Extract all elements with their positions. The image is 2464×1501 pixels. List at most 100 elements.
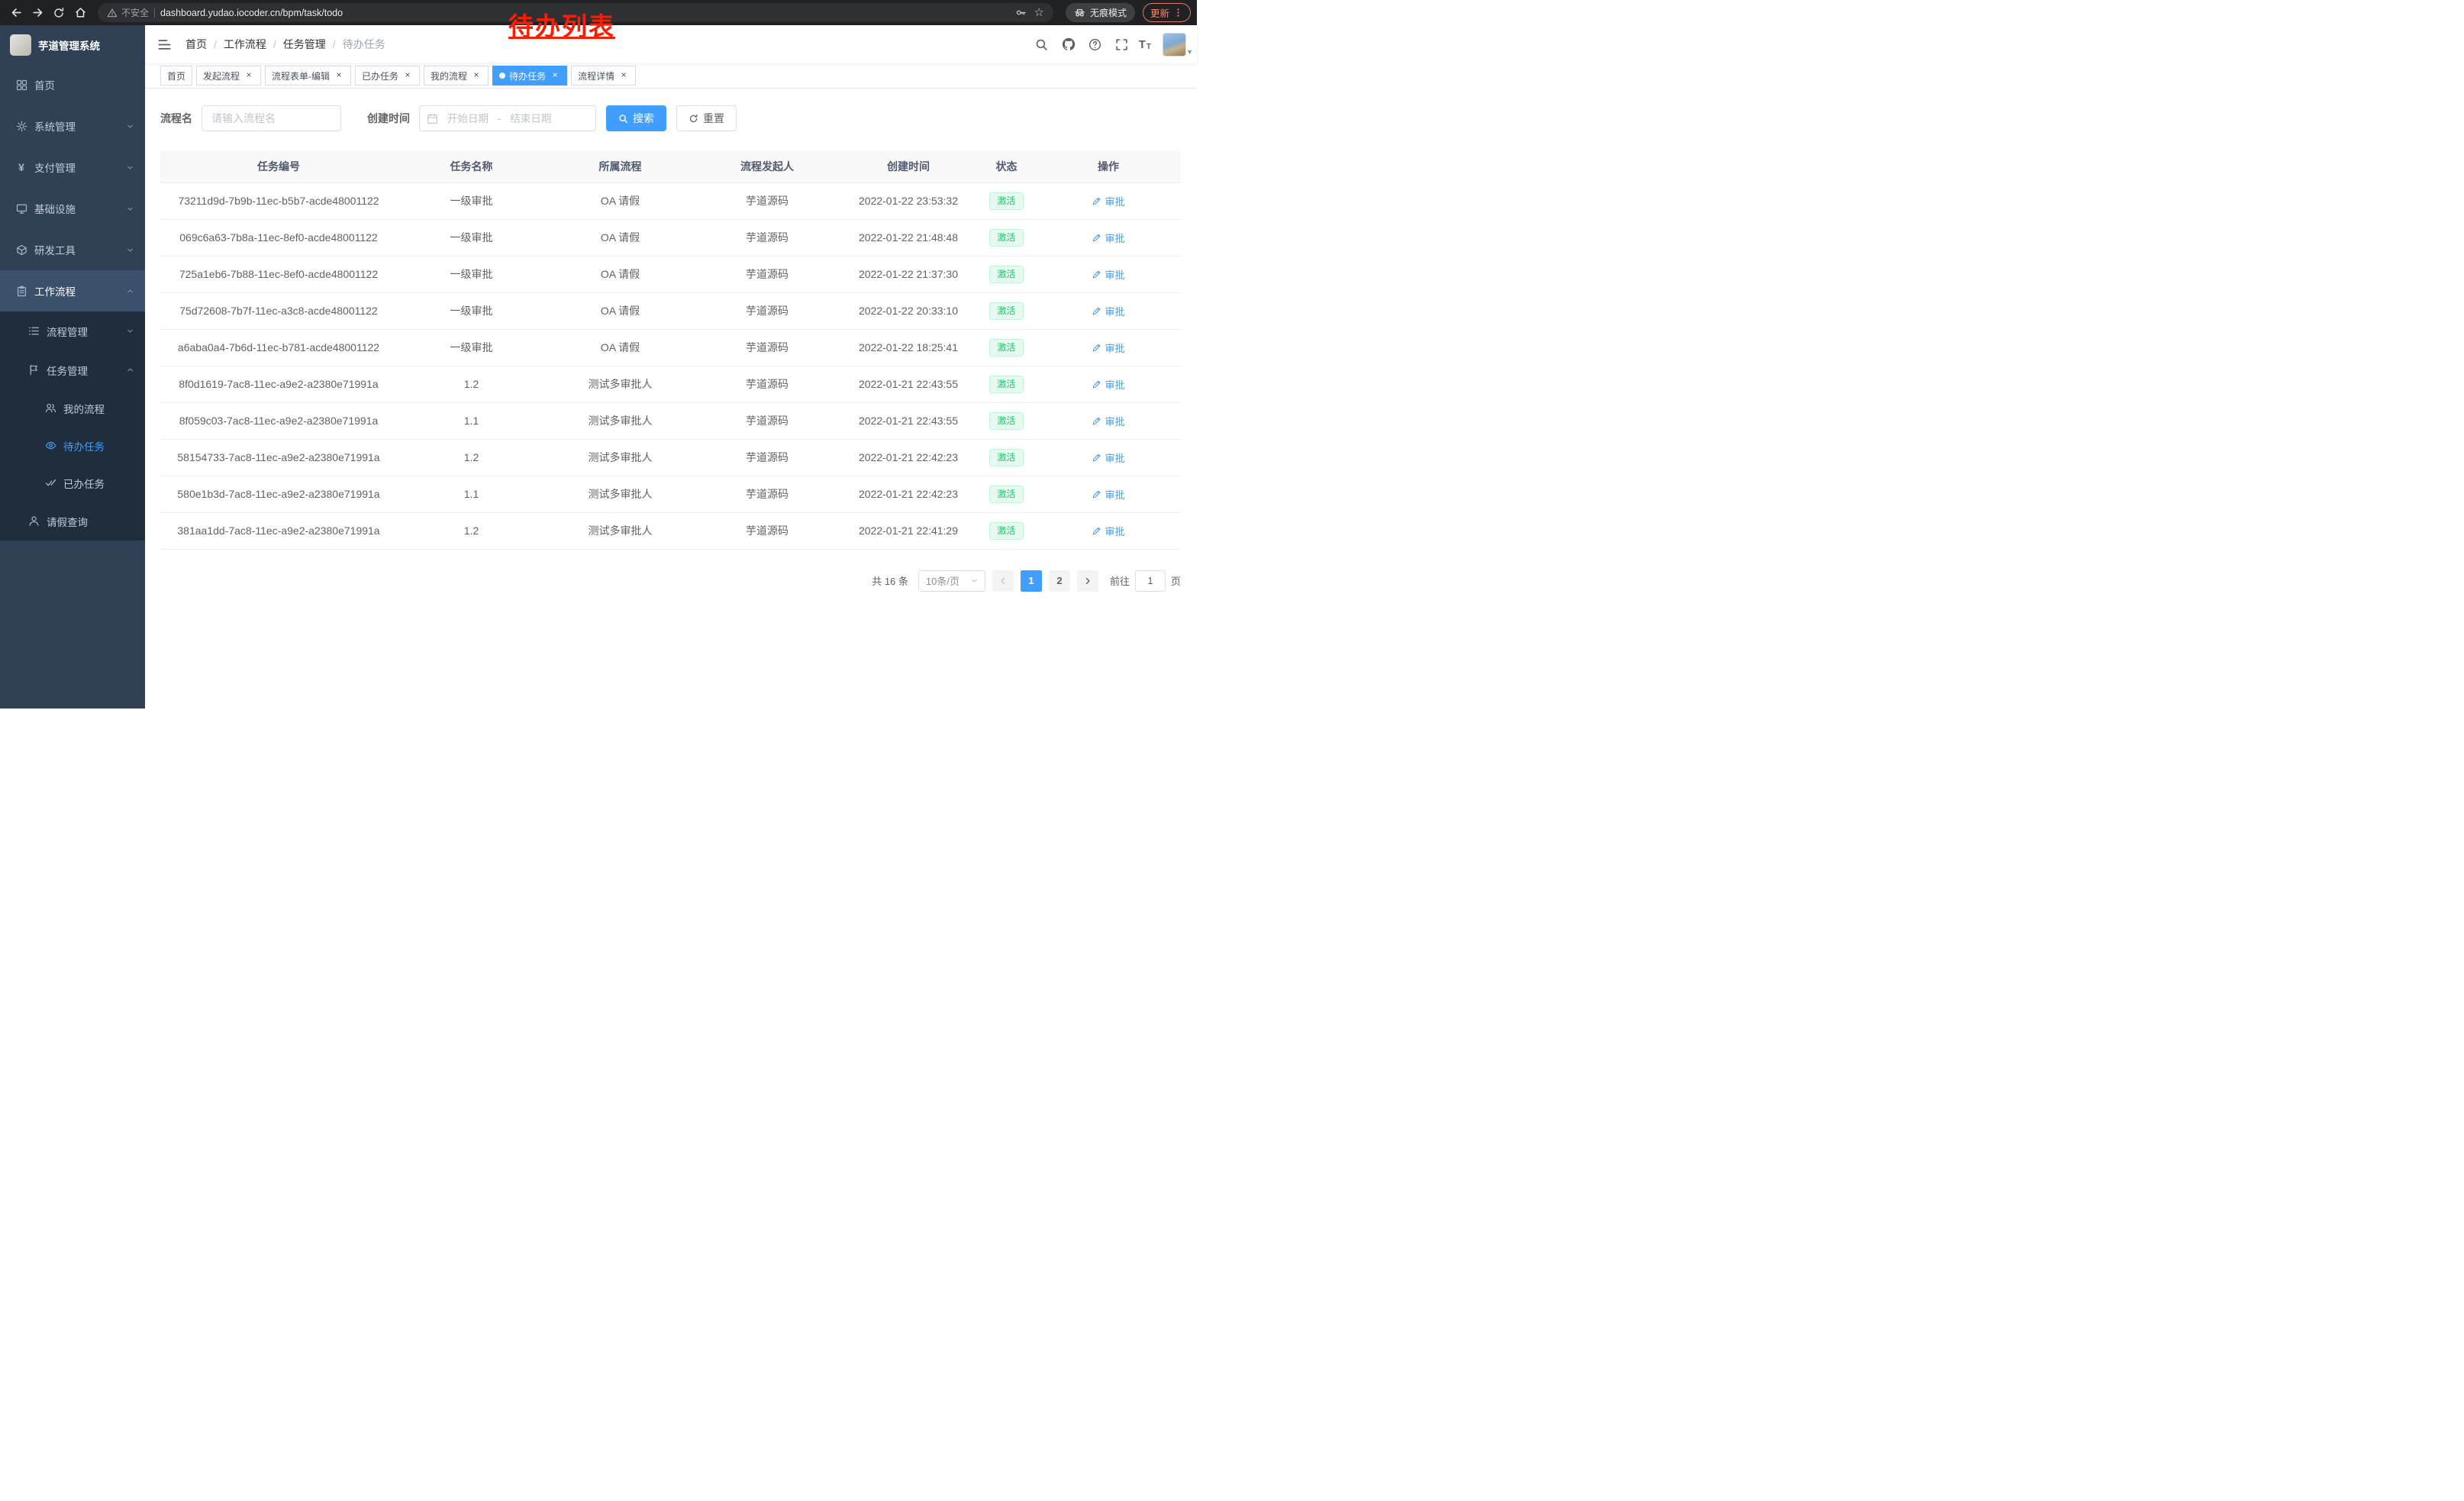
page-button-1[interactable]: 1 [1021, 570, 1042, 592]
approve-link[interactable]: 审批 [1092, 414, 1124, 428]
table-row: 58154733-7ac8-11ec-a9e2-a2380e71991a1.2测… [160, 439, 1181, 476]
breadcrumb-task-mgmt[interactable]: 任务管理 [283, 37, 326, 52]
table-row: 8f059c03-7ac8-11ec-a9e2-a2380e71991a1.1测… [160, 402, 1181, 439]
tab-4[interactable]: 我的流程× [424, 66, 489, 86]
next-page-button[interactable] [1077, 570, 1098, 592]
main-area: 首页 / 工作流程 / 任务管理 / 待办任务 [145, 25, 1197, 709]
approve-link[interactable]: 审批 [1092, 487, 1124, 502]
tab-close-icon[interactable]: × [334, 70, 344, 81]
address-bar[interactable]: 不安全 dashboard.yudao.iocoder.cn/bpm/task/… [98, 3, 1053, 22]
sidebar-item-workflow[interactable]: 工作流程 [0, 270, 145, 311]
approve-link[interactable]: 审批 [1092, 524, 1124, 538]
sidebar-item-done-tasks[interactable]: 已办任务 [0, 464, 145, 502]
tab-5[interactable]: 待办任务× [492, 66, 567, 86]
date-range-picker[interactable]: - [419, 105, 596, 131]
start-date-input[interactable] [442, 113, 494, 124]
tab-close-icon[interactable]: × [618, 70, 629, 81]
cell-task-id: 73211d9d-7b9b-11ec-b5b7-acde48001122 [160, 182, 397, 219]
sidebar-item-payment[interactable]: ¥ 支付管理 [0, 147, 145, 188]
browser-reload-icon[interactable] [49, 3, 69, 23]
tab-2[interactable]: 流程表单-编辑× [265, 66, 351, 86]
cell-task-name: 1.1 [397, 476, 546, 512]
status-badge: 激活 [989, 449, 1023, 466]
browser-update-button[interactable]: 更新 [1143, 3, 1191, 22]
approve-link[interactable]: 审批 [1092, 377, 1124, 392]
cell-action: 审批 [1036, 402, 1181, 439]
cell-task-name: 1.1 [397, 402, 546, 439]
browser-home-icon[interactable] [70, 3, 90, 23]
breadcrumb-workflow[interactable]: 工作流程 [224, 37, 266, 52]
calendar-icon [427, 113, 438, 124]
approve-link[interactable]: 审批 [1092, 194, 1124, 208]
user-avatar[interactable]: ▼ [1163, 33, 1186, 56]
tab-6[interactable]: 流程详情× [571, 66, 636, 86]
edit-icon [1092, 526, 1101, 536]
cell-action: 审批 [1036, 439, 1181, 476]
fullscreen-icon[interactable] [1112, 34, 1132, 54]
edit-icon [1092, 416, 1101, 426]
sidebar-item-system[interactable]: 系统管理 [0, 105, 145, 147]
cell-status: 激活 [977, 512, 1036, 549]
cell-action: 审批 [1036, 292, 1181, 329]
search-icon[interactable] [1032, 34, 1052, 54]
github-icon[interactable] [1059, 34, 1079, 54]
cell-status: 激活 [977, 366, 1036, 402]
approve-label: 审批 [1105, 450, 1124, 465]
sidebar-item-process-mgmt[interactable]: 流程管理 [0, 311, 145, 350]
sidebar-item-infrastructure[interactable]: 基础设施 [0, 188, 145, 229]
bookmark-star-icon[interactable]: ☆ [1034, 7, 1044, 18]
tab-0[interactable]: 首页 [160, 66, 192, 86]
top-navbar: 首页 / 工作流程 / 任务管理 / 待办任务 [145, 25, 1197, 63]
approve-link[interactable]: 审批 [1092, 304, 1124, 318]
process-name-input[interactable] [202, 105, 341, 131]
tab-label: 发起流程 [203, 69, 240, 82]
cell-task-id: 069c6a63-7b8a-11ec-8ef0-acde48001122 [160, 219, 397, 256]
search-button[interactable]: 搜索 [606, 105, 666, 131]
edit-icon [1092, 306, 1101, 316]
status-badge: 激活 [989, 522, 1023, 540]
tab-3[interactable]: 已办任务× [355, 66, 420, 86]
app-logo[interactable]: 芋道管理系统 [0, 25, 145, 64]
tab-1[interactable]: 发起流程× [196, 66, 261, 86]
prev-page-button[interactable] [992, 570, 1014, 592]
font-size-icon[interactable]: TT [1139, 38, 1151, 51]
browser-menu-dots-icon[interactable] [1173, 8, 1183, 18]
tab-close-icon[interactable]: × [471, 70, 482, 81]
approve-link[interactable]: 审批 [1092, 450, 1124, 465]
page-button-2[interactable]: 2 [1049, 570, 1070, 592]
tab-close-icon[interactable]: × [243, 70, 254, 81]
status-badge: 激活 [989, 339, 1023, 357]
sidebar-item-task-mgmt[interactable]: 任务管理 [0, 350, 145, 389]
help-icon[interactable] [1085, 34, 1105, 54]
breadcrumb-separator: / [333, 38, 336, 50]
page-size-select[interactable]: 10条/页 [918, 570, 985, 592]
approve-link[interactable]: 审批 [1092, 341, 1124, 355]
end-date-input[interactable] [505, 113, 556, 124]
sidebar-item-home[interactable]: 首页 [0, 64, 145, 105]
cell-process: OA 请假 [546, 256, 695, 292]
sidebar-item-my-process[interactable]: 我的流程 [0, 389, 145, 427]
cell-created: 2022-01-21 22:41:29 [840, 512, 977, 549]
cell-created: 2022-01-22 23:53:32 [840, 182, 977, 219]
password-key-icon[interactable] [1015, 7, 1027, 18]
approve-link[interactable]: 审批 [1092, 267, 1124, 282]
security-chip[interactable]: 不安全 [107, 6, 149, 19]
reset-button[interactable]: 重置 [676, 105, 737, 131]
browser-back-icon[interactable] [6, 3, 26, 23]
logo-avatar [10, 34, 31, 56]
sidebar-item-devtools[interactable]: 研发工具 [0, 229, 145, 270]
breadcrumb-home[interactable]: 首页 [185, 37, 207, 52]
sidebar-item-leave-query[interactable]: 请假查询 [0, 502, 145, 541]
chevron-up-icon [126, 366, 134, 374]
table-row: a6aba0a4-7b6d-11ec-b781-acde48001122一级审批… [160, 329, 1181, 366]
cell-task-id: 381aa1dd-7ac8-11ec-a9e2-a2380e71991a [160, 512, 397, 549]
sidebar-collapse-icon[interactable] [156, 36, 173, 53]
approve-label: 审批 [1105, 414, 1124, 428]
goto-page-input[interactable] [1135, 570, 1166, 592]
browser-forward-icon[interactable] [27, 3, 47, 23]
tab-close-icon[interactable]: × [550, 70, 560, 81]
sidebar-item-todo-tasks[interactable]: 待办任务 [0, 427, 145, 464]
tab-close-icon[interactable]: × [402, 70, 413, 81]
cell-status: 激活 [977, 476, 1036, 512]
approve-link[interactable]: 审批 [1092, 231, 1124, 245]
